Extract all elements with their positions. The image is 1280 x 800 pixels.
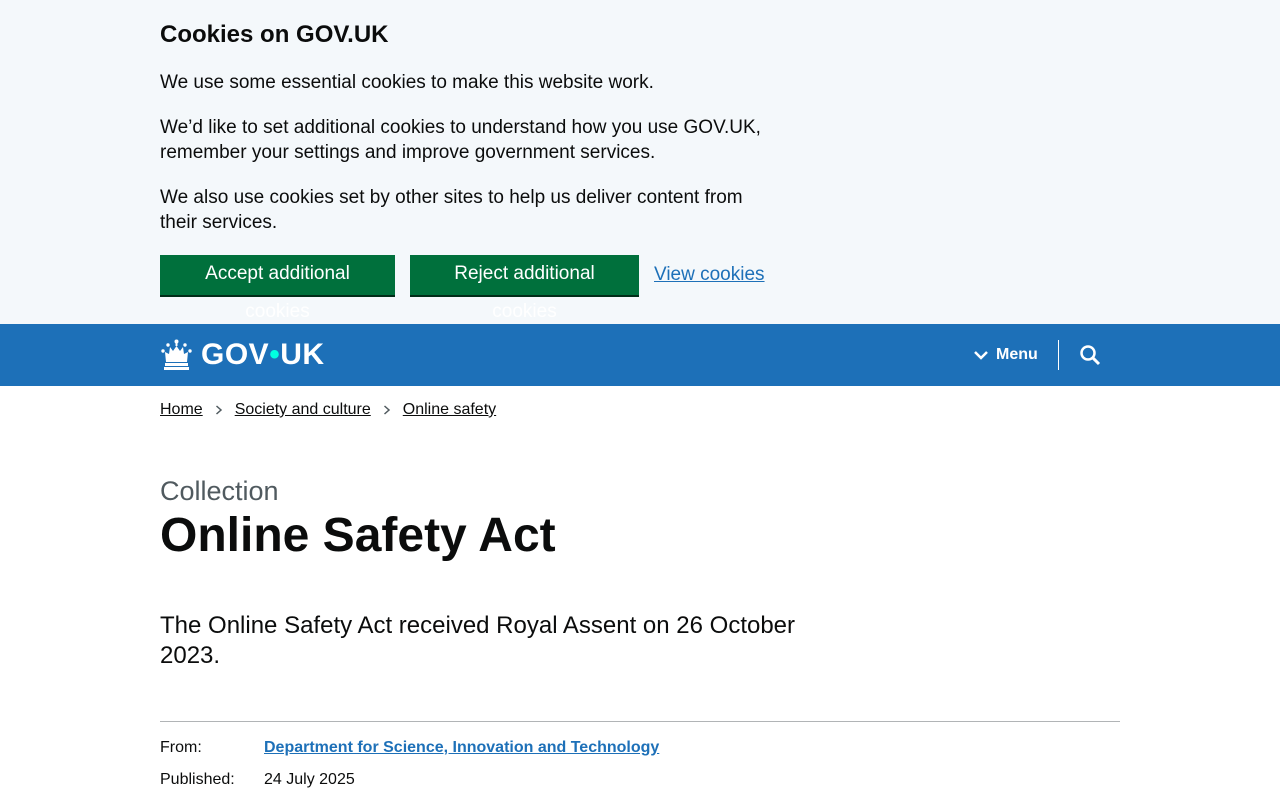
metadata-divider (160, 721, 1120, 722)
organisation-link[interactable]: Department for Science, Innovation and T… (264, 738, 659, 758)
logo-uk: UK (280, 338, 325, 371)
reject-cookies-button[interactable]: Reject additional cookies (410, 255, 639, 322)
logo-dot: • (269, 338, 281, 371)
page-caption: Collection (160, 476, 279, 506)
page-title: Online Safety Act (160, 509, 556, 562)
site-header: GOV•UK Menu (0, 324, 1280, 386)
breadcrumb-online-safety[interactable]: Online safety (403, 400, 496, 420)
logo-gov: GOV (201, 338, 270, 371)
cookie-paragraph-third-party: We also use cookies set by other sites t… (160, 187, 743, 233)
cookie-banner-title: Cookies on GOV.UK (160, 21, 389, 48)
cookie-paragraph-essential: We use some essential cookies to make th… (160, 72, 654, 93)
published-label: Published: (160, 771, 235, 788)
cookie-banner: Cookies on GOV.UK We use some essential … (0, 0, 1280, 324)
breadcrumb: Home Society and culture Online safety (160, 400, 496, 420)
from-label: From: (160, 739, 202, 756)
accept-cookies-button[interactable]: Accept additional cookies (160, 255, 395, 322)
chevron-down-icon (974, 351, 988, 360)
lead-paragraph: The Online Safety Act received Royal Ass… (160, 612, 796, 669)
chevron-right-icon (215, 405, 222, 415)
govuk-logo-text: GOV•UK (201, 339, 325, 371)
view-cookies-link[interactable]: View cookies (654, 262, 765, 287)
cookie-paragraph-additional: We’d like to set additional cookies to u… (160, 117, 761, 163)
breadcrumb-home[interactable]: Home (160, 400, 203, 420)
published-date: 24 July 2025 (264, 771, 355, 788)
govuk-logo-link[interactable]: GOV•UK (160, 337, 325, 373)
menu-label: Menu (996, 346, 1038, 363)
header-divider (1058, 340, 1059, 370)
menu-button[interactable]: Menu (974, 340, 1038, 370)
breadcrumb-society-and-culture[interactable]: Society and culture (235, 400, 371, 420)
chevron-right-icon (383, 405, 390, 415)
search-icon[interactable] (1078, 343, 1102, 367)
crown-icon (161, 339, 192, 370)
